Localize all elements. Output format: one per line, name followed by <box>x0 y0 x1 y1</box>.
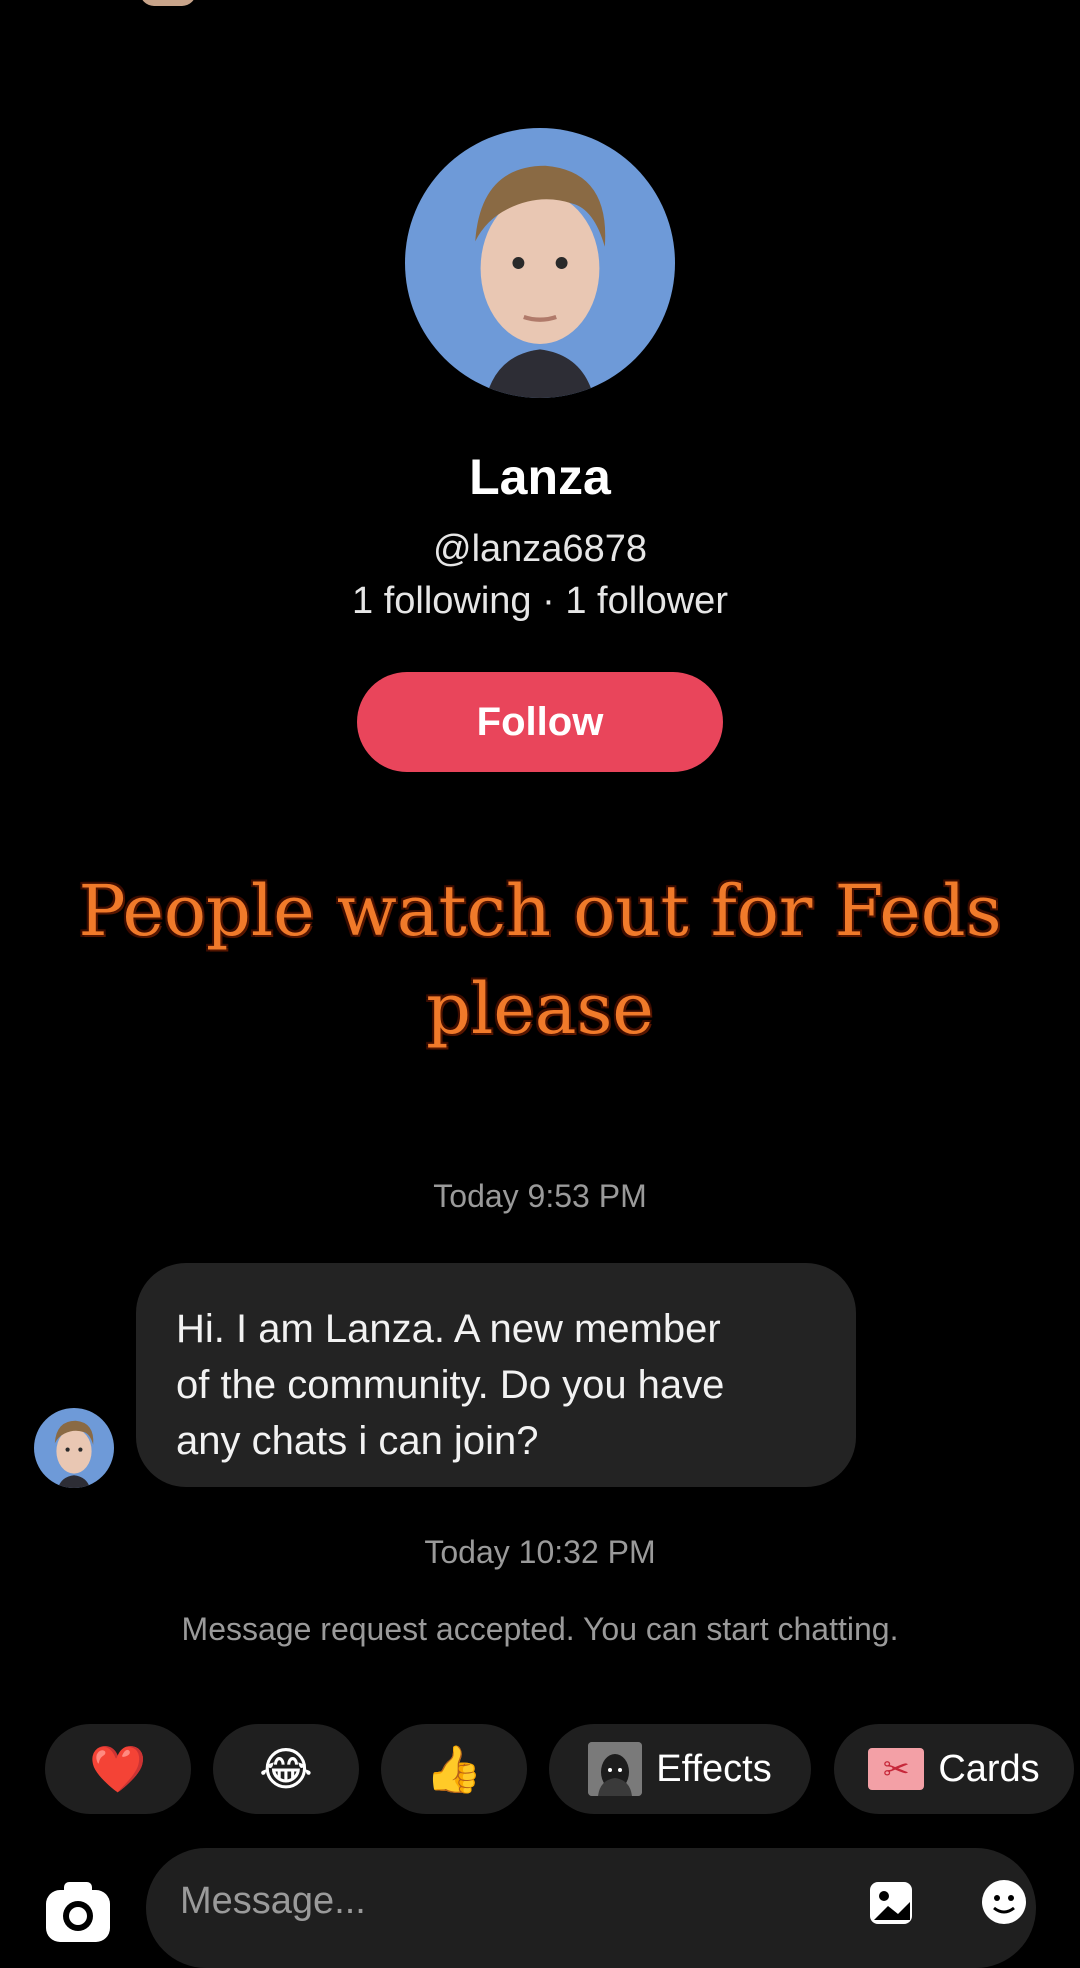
incoming-message-bubble[interactable]: Hi. I am Lanza. A new member of the comm… <box>136 1263 856 1487</box>
profile-stats[interactable]: 1 following · 1 follower <box>0 580 1080 623</box>
top-avatar-sliver <box>140 0 196 6</box>
effects-label: Effects <box>656 1747 772 1790</box>
timestamp: Today 9:53 PM <box>433 1178 647 1214</box>
message-text: Hi. I am Lanza. A new member of the comm… <box>176 1307 725 1463</box>
composer-bar: Message... <box>0 1848 1080 1968</box>
heart-reaction-button[interactable]: ❤️ <box>45 1724 191 1814</box>
follow-button[interactable]: Follow <box>357 672 723 772</box>
sender-photo <box>34 1408 114 1488</box>
camera-icon <box>46 1882 110 1942</box>
request-accepted-notice: Message request accepted. You can start … <box>181 1611 899 1647</box>
overlay-caption: People watch out for Feds please <box>78 870 1002 1050</box>
heart-icon: ❤️ <box>89 1743 147 1795</box>
effects-icon <box>588 1742 643 1796</box>
timestamp: Today 10:32 PM <box>424 1534 656 1570</box>
message-placeholder: Message... <box>180 1880 366 1922</box>
cards-icon: ✂ <box>868 1748 925 1790</box>
thumbs-up-reaction-button[interactable]: 👍 <box>381 1724 527 1814</box>
gallery-icon[interactable] <box>866 1876 918 1928</box>
sender-avatar[interactable] <box>34 1408 114 1488</box>
profile-name: Lanza <box>469 449 611 505</box>
profile-handle: @lanza6878 <box>433 528 647 570</box>
effects-button[interactable]: Effects <box>549 1724 811 1814</box>
camera-button[interactable] <box>44 1878 112 1946</box>
cards-button[interactable]: ✂ Cards <box>834 1724 1074 1814</box>
profile-avatar[interactable] <box>405 128 675 398</box>
quick-actions-row: ❤️ 😂 👍 Effects ✂ Cards <box>0 1724 1080 1814</box>
cards-label: Cards <box>938 1747 1040 1790</box>
sticker-icon[interactable] <box>978 1876 1030 1928</box>
laugh-icon: 😂 <box>259 1743 313 1795</box>
profile-photo <box>405 128 675 398</box>
thumbs-up-icon: 👍 <box>425 1743 483 1795</box>
message-input[interactable]: Message... <box>146 1848 1036 1968</box>
laugh-reaction-button[interactable]: 😂 <box>213 1724 359 1814</box>
